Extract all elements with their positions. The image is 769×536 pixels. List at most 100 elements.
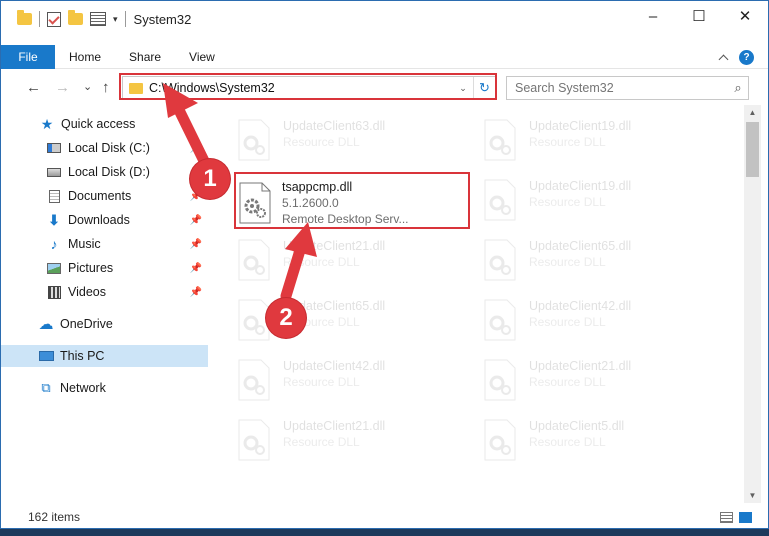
sidebar-item-network[interactable]: ⧉ Network [1,377,208,399]
file-item[interactable]: UpdateClient21.dll Resource DLL [215,411,445,467]
file-explorer-window: ▾ System32 – ☐ ✕ File Home Share View ? … [0,0,769,529]
sidebar-item-label: Quick access [61,117,136,131]
sidebar-item-label: OneDrive [60,317,113,331]
file-item[interactable]: UpdateClient19.dll Resource DLL [461,111,691,167]
drive-icon [46,165,62,179]
new-folder-icon[interactable] [68,10,83,25]
customize-toolbar-dropdown-icon[interactable]: ▾ [113,14,118,25]
search-box[interactable]: ⌕ [506,76,749,100]
close-button[interactable]: ✕ [722,1,768,31]
dll-file-icon [239,182,271,224]
step-2-badge: 2 [266,298,306,338]
window-controls: – ☐ ✕ [630,1,768,31]
refresh-icon[interactable]: ↻ [473,77,495,99]
pin-icon[interactable]: 📌 [190,143,202,154]
dll-file-icon [238,239,270,281]
scrollbar-thumb[interactable] [746,122,759,177]
scroll-up-arrow-icon[interactable]: ▲ [744,105,761,120]
forward-arrow-icon[interactable]: → [55,79,70,96]
file-name: UpdateClient19.dll [529,119,632,133]
file-item[interactable]: UpdateClient63.dll Resource DLL [215,111,445,167]
file-name: UpdateClient63.dll [283,119,386,133]
window-title: System32 [133,11,192,27]
pin-icon[interactable]: 📌 [190,263,202,274]
help-icon[interactable]: ? [739,50,754,65]
file-name: UpdateClient21.dll [283,419,386,433]
sidebar-item-local-disk-d[interactable]: Local Disk (D:) 📌 [1,161,208,183]
properties-check-icon[interactable] [47,11,61,27]
step-1-badge: 1 [190,159,230,199]
address-bar[interactable]: C:\Windows\System32 ⌄ ↻ [122,76,496,100]
up-arrow-icon[interactable]: ↑ [102,79,110,96]
folder-icon [129,82,143,94]
details-view-icon[interactable] [720,511,733,523]
sidebar-item-label: Documents [68,189,132,203]
address-dropdown-chevron-icon[interactable]: ⌄ [453,83,473,94]
toolbar-divider [124,11,126,27]
dll-file-icon [484,179,516,221]
sidebar-item-downloads[interactable]: ⬇ Downloads 📌 [1,209,208,231]
pin-icon[interactable]: 📌 [190,215,202,226]
file-item[interactable]: UpdateClient65.dll Resource DLL [215,291,445,347]
status-bar: 162 items [1,506,768,528]
maximize-button[interactable]: ☐ [676,1,722,31]
sidebar-item-music[interactable]: ♪ Music 📌 [1,233,208,255]
sidebar-item-pictures[interactable]: Pictures 📌 [1,257,208,279]
file-type: Resource DLL [529,255,606,269]
file-item[interactable]: UpdateClient19.dll Resource DLL [461,171,691,227]
search-icon[interactable]: ⌕ [728,80,748,96]
tab-file[interactable]: File [1,44,55,69]
file-name: tsappcmp.dll [282,180,353,194]
properties-icon[interactable] [90,12,106,26]
file-item[interactable]: UpdateClient21.dll Resource DLL [461,351,691,407]
vertical-scrollbar[interactable]: ▲ ▼ [744,105,761,503]
folder-icon [17,10,32,25]
download-icon: ⬇ [48,211,60,228]
dll-file-icon [484,359,516,401]
sidebar-item-documents[interactable]: Documents 📌 [1,185,208,207]
quick-access-toolbar: ▾ [17,10,126,27]
sidebar-item-label: Videos [68,285,106,299]
sidebar-item-this-pc[interactable]: This PC [1,345,208,367]
file-name: UpdateClient65.dll [529,239,632,253]
file-name: UpdateClient5.dll [529,419,625,433]
sidebar-item-label: Local Disk (D:) [68,165,150,179]
large-icons-view-icon[interactable] [739,511,752,523]
file-type: Resource DLL [529,435,606,449]
tab-share[interactable]: Share [115,45,175,69]
pin-icon[interactable]: 📌 [190,239,202,250]
file-item-tsappcmp[interactable]: tsappcmp.dll 5.1.2600.0 Remote Desktop S… [234,172,470,229]
scroll-down-arrow-icon[interactable]: ▼ [744,488,761,503]
search-input[interactable] [507,81,728,95]
sidebar-item-local-disk-c[interactable]: Local Disk (C:) 📌 [1,137,208,159]
videos-icon [46,285,62,299]
file-item[interactable]: UpdateClient5.dll Resource DLL [461,411,691,467]
toolbar-divider [39,11,40,27]
item-count: 162 items [28,510,81,524]
sidebar-item-videos[interactable]: Videos 📌 [1,281,208,303]
file-item[interactable]: UpdateClient21.dll Resource DLL [215,231,445,287]
file-version: 5.1.2600.0 [282,196,339,210]
file-type: Resource DLL [283,135,360,149]
file-type: Resource DLL [529,375,606,389]
sidebar-item-quick-access[interactable]: ★ Quick access [1,113,208,135]
file-name: UpdateClient21.dll [283,239,386,253]
tab-home[interactable]: Home [55,45,115,69]
expand-ribbon-chevron-icon[interactable] [718,54,729,65]
minimize-button[interactable]: – [630,1,676,31]
file-item[interactable]: UpdateClient42.dll Resource DLL [215,351,445,407]
address-path[interactable]: C:\Windows\System32 [149,81,453,95]
file-type: Resource DLL [283,435,360,449]
file-item[interactable]: UpdateClient42.dll Resource DLL [461,291,691,347]
dll-file-icon [238,119,270,161]
back-arrow-icon[interactable]: ← [26,79,41,96]
file-item[interactable]: UpdateClient65.dll Resource DLL [461,231,691,287]
recent-locations-chevron-icon[interactable]: ⌄ [83,80,92,93]
cloud-icon: ☁ [38,316,54,333]
file-type: Resource DLL [529,195,606,209]
sidebar-item-onedrive[interactable]: ☁ OneDrive [1,313,208,335]
tab-view[interactable]: View [175,45,229,69]
file-type: Resource DLL [529,315,606,329]
navigation-bar: ← → ⌄ ↑ C:\Windows\System32 ⌄ ↻ ⌕ [1,73,768,103]
pin-icon[interactable]: 📌 [190,287,202,298]
